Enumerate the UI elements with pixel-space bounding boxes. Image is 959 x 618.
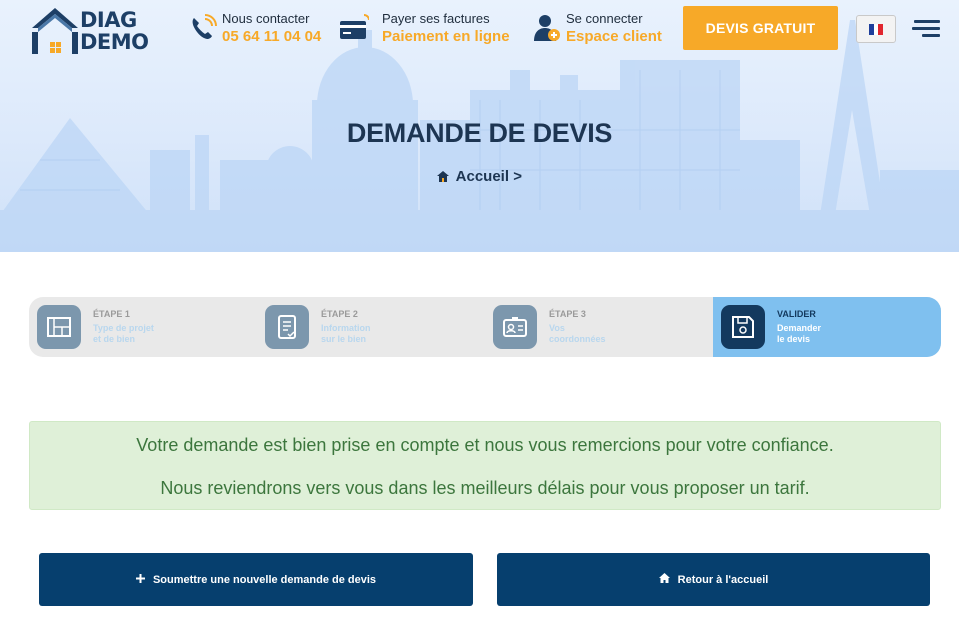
back-to-home-label: Retour à l'accueil: [677, 573, 769, 586]
back-to-home-button[interactable]: Retour à l'accueil: [497, 553, 930, 606]
step-1[interactable]: ÉTAPE 1 Type de projet et de bien: [29, 297, 257, 357]
phone-icon: [192, 14, 217, 39]
step-2[interactable]: ÉTAPE 2 Information sur le bien: [257, 297, 485, 357]
home-icon: [658, 573, 670, 586]
id-card-icon: [493, 305, 537, 349]
success-message-line2: Nous reviendrons vers vous dans les meil…: [160, 478, 810, 498]
credit-card-icon: [340, 14, 369, 39]
save-icon: [721, 305, 765, 349]
contact-phone: 05 64 11 04 04: [222, 28, 322, 45]
logo[interactable]: DIAG DEMO: [30, 6, 156, 56]
new-quote-request-button[interactable]: Soumettre une nouvelle demande de devis: [39, 553, 473, 606]
logo-text: DIAG DEMO: [80, 8, 149, 54]
login-value: Espace client: [566, 28, 662, 45]
billing-value: Paiement en ligne: [382, 28, 510, 45]
checklist-icon: [265, 305, 309, 349]
french-flag-icon: [869, 23, 884, 35]
user-icon: [534, 15, 560, 41]
language-selector[interactable]: [856, 15, 896, 43]
success-alert: Votre demande est bien prise en compte e…: [29, 421, 941, 510]
free-quote-button[interactable]: DEVIS GRATUIT: [683, 6, 838, 50]
online-payment-link[interactable]: Payer ses factures Paiement en ligne: [339, 9, 524, 51]
success-message-line1: Votre demande est bien prise en compte e…: [136, 435, 834, 455]
contact-label: Nous contacter: [222, 11, 310, 26]
step-description: Type de projet et de bien: [93, 323, 154, 344]
login-label: Se connecter: [566, 11, 643, 26]
step-description: Vos coordonnées: [549, 323, 606, 344]
billing-label: Payer ses factures: [382, 11, 490, 26]
blueprint-icon: [37, 305, 81, 349]
step-title: ÉTAPE 3: [549, 309, 586, 319]
quote-steps-progress: ÉTAPE 1 Type de projet et de bien ÉTAPE 2…: [29, 297, 941, 357]
step-title: ÉTAPE 2: [321, 309, 358, 319]
step-title: VALIDER: [777, 309, 816, 319]
contact-phone-link[interactable]: Nous contacter 05 64 11 04 04: [188, 9, 328, 51]
plus-icon: [135, 573, 145, 586]
step-description: Information sur le bien: [321, 323, 371, 344]
hero-banner: DIAG DEMO Nous contacter 05 64 11 04 04 …: [0, 0, 959, 252]
new-quote-request-label: Soumettre une nouvelle demande de devis: [152, 573, 377, 586]
breadcrumb-separator: >: [513, 168, 522, 185]
client-area-link[interactable]: Se connecter Espace client: [532, 9, 672, 51]
step-validate[interactable]: VALIDER Demander le devis: [713, 297, 941, 357]
step-3[interactable]: ÉTAPE 3 Vos coordonnées: [485, 297, 713, 357]
step-description: Demander le devis: [777, 323, 822, 344]
breadcrumb: Accueil >: [0, 168, 959, 185]
hamburger-menu-icon[interactable]: [912, 20, 940, 38]
house-logo-icon: [32, 8, 78, 54]
breadcrumb-home-link[interactable]: Accueil: [456, 168, 509, 185]
page-title: DEMANDE DE DEVIS: [346, 118, 613, 148]
home-icon: [437, 171, 450, 182]
step-title: ÉTAPE 1: [93, 309, 130, 319]
